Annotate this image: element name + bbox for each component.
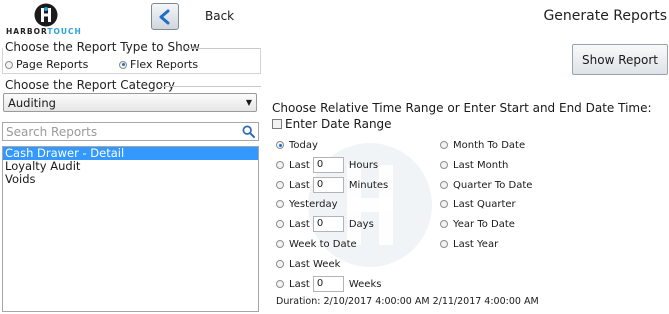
- radio-dot: [276, 200, 284, 208]
- page-reports-radio[interactable]: Page Reports: [5, 58, 88, 71]
- range-last-month-radio[interactable]: Last Month: [440, 157, 508, 173]
- radio-dot: [276, 161, 284, 169]
- range-last-quarter-radio[interactable]: Last Quarter: [440, 196, 516, 212]
- last-hours-input[interactable]: 0: [312, 157, 344, 173]
- category-select[interactable]: Auditing ▼: [3, 93, 257, 112]
- page-title: Generate Reports: [543, 8, 667, 24]
- category-divider: [160, 86, 261, 87]
- report-item-loyalty-audit[interactable]: Loyalty Audit: [3, 160, 258, 173]
- search-input[interactable]: Search Reports: [2, 122, 259, 141]
- radio-dot: [276, 220, 284, 228]
- radio-dot: [276, 260, 284, 268]
- range-year-to-date-radio[interactable]: Year To Date: [440, 216, 515, 232]
- radio-dot: [440, 220, 448, 228]
- back-label[interactable]: Back: [205, 9, 234, 23]
- logo-mark-icon: [34, 3, 58, 27]
- logo-wordmark: HARBORTOUCH: [6, 27, 82, 36]
- report-item-voids[interactable]: Voids: [3, 173, 258, 186]
- radio-dot: [440, 181, 448, 189]
- last-days-input[interactable]: 0: [312, 216, 344, 232]
- range-last-minutes-radio[interactable]: Last 0 Minutes: [276, 177, 388, 193]
- checkbox-box: [272, 119, 282, 129]
- range-today-radio[interactable]: Today: [276, 137, 318, 153]
- duration-text: Duration: 2/10/2017 4:00:00 AM 2/11/2017…: [276, 296, 539, 307]
- harbortouch-logo: HARBORTOUCH: [4, 3, 88, 37]
- time-range-title: Choose Relative Time Range or Enter Star…: [272, 101, 652, 115]
- radio-dot: [440, 141, 448, 149]
- range-last-hours-radio[interactable]: Last 0 Hours: [276, 157, 378, 173]
- search-icon[interactable]: [242, 125, 255, 138]
- radio-dot: [276, 240, 284, 248]
- radio-dot: [440, 200, 448, 208]
- radio-dot: [276, 181, 284, 189]
- range-last-year-radio[interactable]: Last Year: [440, 236, 498, 252]
- radio-dot-selected: [276, 141, 284, 149]
- range-last-week-radio[interactable]: Last Week: [276, 256, 340, 272]
- last-minutes-input[interactable]: 0: [312, 177, 344, 193]
- report-list[interactable]: Cash Drawer - Detail Loyalty Audit Voids: [2, 146, 259, 312]
- range-month-to-date-radio[interactable]: Month To Date: [440, 137, 525, 153]
- back-button[interactable]: [151, 3, 179, 30]
- radio-dot-selected: [119, 60, 127, 69]
- chevron-left-icon: [159, 9, 170, 24]
- range-quarter-to-date-radio[interactable]: Quarter To Date: [440, 177, 532, 193]
- search-placeholder: Search Reports: [6, 125, 98, 139]
- radio-dot: [440, 240, 448, 248]
- radio-dot: [440, 161, 448, 169]
- range-last-days-radio[interactable]: Last 0 Days: [276, 216, 374, 232]
- last-weeks-input[interactable]: 0: [312, 276, 344, 292]
- enter-date-range-checkbox[interactable]: Enter Date Range: [272, 117, 392, 131]
- category-title: Choose the Report Category: [5, 78, 176, 92]
- radio-dot: [5, 60, 13, 69]
- range-week-to-date-radio[interactable]: Week to Date: [276, 236, 357, 252]
- category-selected-value: Auditing: [8, 96, 56, 110]
- dropdown-arrow-icon: ▼: [245, 98, 252, 107]
- show-report-button[interactable]: Show Report: [572, 44, 668, 75]
- radio-dot: [276, 280, 284, 288]
- flex-reports-radio[interactable]: Flex Reports: [119, 58, 198, 71]
- range-last-weeks-radio[interactable]: Last 0 Weeks: [276, 276, 381, 292]
- range-yesterday-radio[interactable]: Yesterday: [276, 196, 338, 212]
